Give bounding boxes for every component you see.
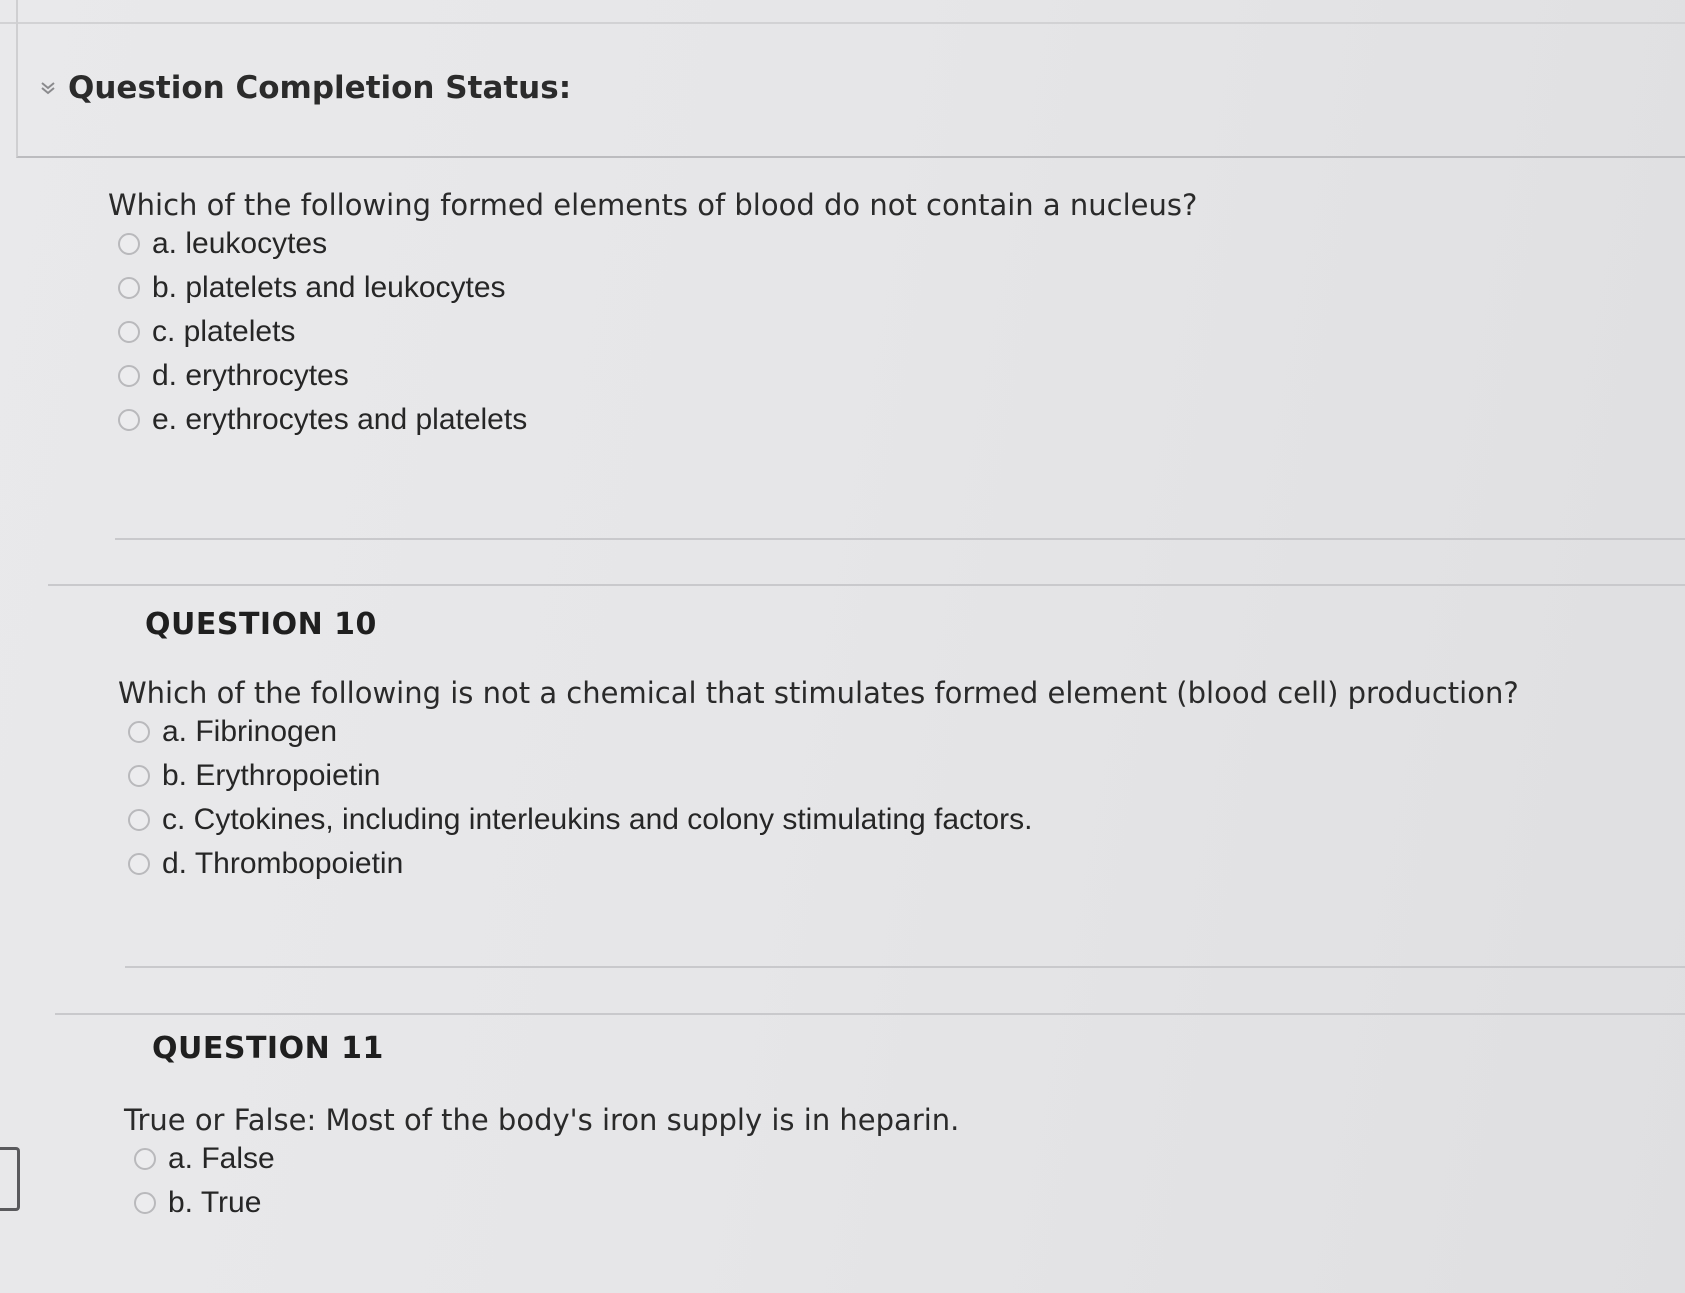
question-10: QUESTION 10 (145, 607, 377, 642)
side-panel-tab[interactable] (0, 1147, 20, 1211)
answer-label: d. Thrombopoietin (162, 847, 404, 880)
question-divider (48, 584, 1685, 586)
radio-button[interactable] (128, 853, 150, 875)
assessment-page: Question Completion Status: Which of the… (0, 0, 1685, 1293)
completion-status-header[interactable]: Question Completion Status: (38, 70, 571, 106)
answer-option[interactable]: a. Fibrinogen (128, 710, 1519, 754)
question-9: Which of the following formed elements o… (108, 188, 1197, 442)
question-11-body: True or False: Most of the body's iron s… (124, 1103, 959, 1225)
answer-option[interactable]: e. erythrocytes and platelets (118, 398, 1197, 442)
answer-option[interactable]: c. Cytokines, including interleukins and… (128, 798, 1519, 842)
question-11: QUESTION 11 (152, 1031, 384, 1066)
completion-status-title: Question Completion Status: (68, 70, 572, 106)
answer-option[interactable]: a. False (134, 1137, 959, 1181)
answer-option[interactable]: b. platelets and leukocytes (118, 266, 1197, 310)
question-10-body: Which of the following is not a chemical… (118, 676, 1519, 886)
question-9-text: Which of the following formed elements o… (108, 188, 1198, 222)
radio-button[interactable] (128, 765, 150, 787)
answer-option[interactable]: c. platelets (118, 310, 1197, 354)
question-10-text: Which of the following is not a chemical… (118, 676, 1519, 710)
question-11-text: True or False: Most of the body's iron s… (124, 1103, 960, 1137)
answer-divider (125, 966, 1685, 968)
answer-label: b. True (168, 1186, 262, 1219)
radio-button[interactable] (118, 409, 140, 431)
question-11-answers: a. False b. True (134, 1137, 959, 1225)
answer-label: d. erythrocytes (152, 359, 349, 392)
answer-option[interactable]: b. True (134, 1181, 959, 1225)
question-10-heading: QUESTION 10 (145, 607, 377, 642)
question-10-answers: a. Fibrinogen b. Erythropoietin c. Cytok… (128, 710, 1519, 886)
answer-option[interactable]: a. leukocytes (118, 222, 1197, 266)
answer-option[interactable]: d. Thrombopoietin (128, 842, 1519, 886)
chevron-down-icon[interactable] (38, 78, 58, 98)
answer-option[interactable]: d. erythrocytes (118, 354, 1197, 398)
radio-button[interactable] (128, 721, 150, 743)
answer-label: a. leukocytes (152, 227, 328, 260)
question-divider (55, 1013, 1685, 1015)
answer-label: e. erythrocytes and platelets (152, 403, 528, 436)
question-11-heading: QUESTION 11 (152, 1031, 384, 1066)
answer-divider (115, 538, 1685, 540)
answer-option[interactable]: b. Erythropoietin (128, 754, 1519, 798)
answer-label: b. platelets and leukocytes (152, 271, 506, 304)
radio-button[interactable] (134, 1148, 156, 1170)
radio-button[interactable] (128, 809, 150, 831)
radio-button[interactable] (118, 233, 140, 255)
answer-label: b. Erythropoietin (162, 759, 381, 792)
question-9-answers: a. leukocytes b. platelets and leukocyte… (118, 222, 1197, 442)
radio-button[interactable] (118, 277, 140, 299)
radio-button[interactable] (118, 365, 140, 387)
answer-label: a. False (168, 1142, 275, 1175)
answer-label: a. Fibrinogen (162, 715, 338, 748)
answer-label: c. platelets (152, 315, 296, 348)
answer-label: c. Cytokines, including interleukins and… (162, 803, 1033, 836)
radio-button[interactable] (134, 1192, 156, 1214)
radio-button[interactable] (118, 321, 140, 343)
